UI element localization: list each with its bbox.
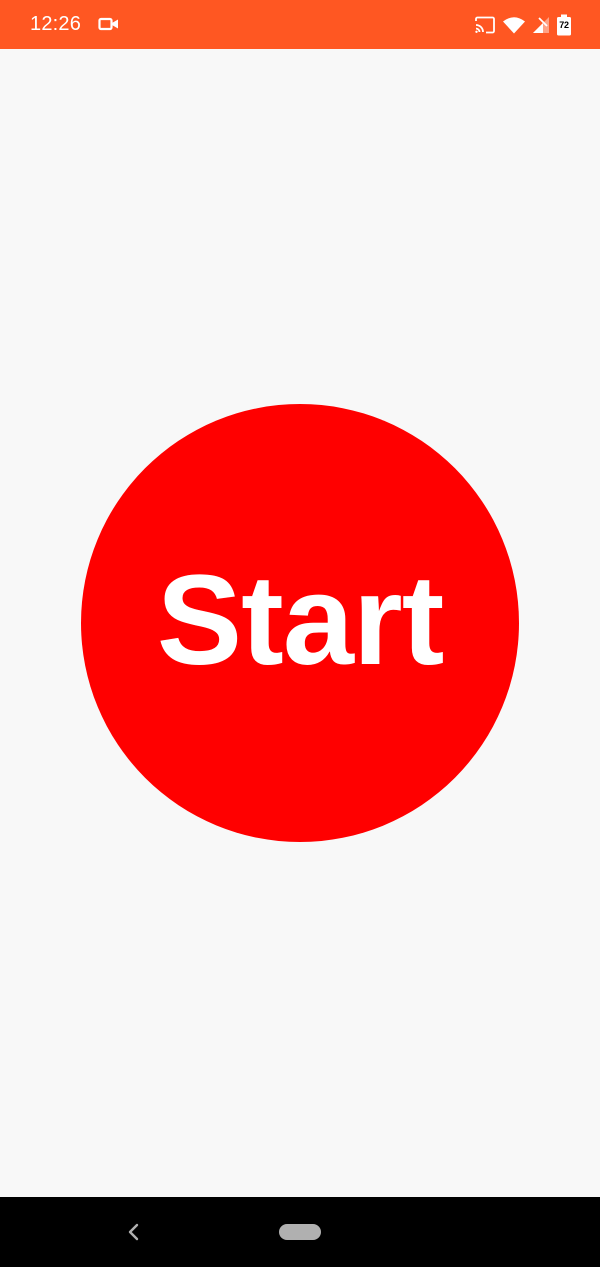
cast-icon (475, 16, 495, 34)
status-bar: 12:26 72 (0, 0, 600, 49)
status-icons: 72 (474, 13, 572, 37)
camera-icon (98, 17, 118, 31)
start-button[interactable]: Start (81, 404, 519, 842)
navigation-bar (0, 1197, 600, 1267)
home-button[interactable] (279, 1224, 321, 1240)
battery-level: 72 (559, 20, 569, 30)
wifi-icon (503, 17, 525, 34)
back-icon[interactable] (124, 1221, 144, 1243)
status-time: 12:26 (30, 13, 82, 35)
main-content: Start (0, 49, 600, 1197)
battery-icon: 72 (556, 14, 572, 36)
start-button-label: Start (156, 549, 445, 692)
cellular-signal-icon (533, 17, 549, 33)
